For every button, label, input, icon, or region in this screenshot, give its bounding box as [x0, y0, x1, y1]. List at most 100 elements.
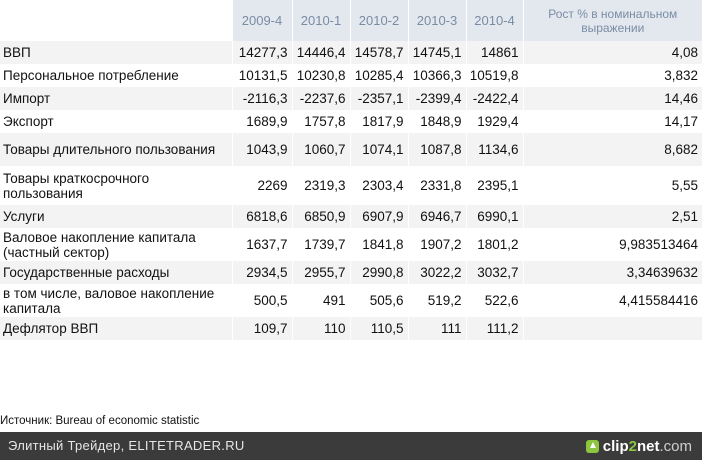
table-row: Персональное потребление 10131,5 10230,8… [0, 64, 702, 87]
cell-value: 14861 [465, 41, 523, 64]
header-label-cell [0, 0, 232, 41]
row-label: Персональное потребление [0, 64, 232, 87]
cell-growth-pct: 3,34639632 [522, 261, 702, 284]
cell-value: 10366,3 [407, 64, 466, 87]
cell-value: 14446,4 [291, 41, 350, 64]
table-row: ВВП 14277,3 14446,4 14578,7 14745,1 1486… [0, 41, 702, 64]
cell-value: 2934,5 [231, 261, 292, 284]
row-label: Государственные расходы [0, 261, 232, 284]
cell-value: 491 [291, 284, 350, 317]
cell-value: -2399,4 [407, 87, 466, 110]
brand-part-domain: .com [659, 437, 692, 455]
header-2010-3: 2010-3 [407, 0, 466, 41]
cell-value: -2357,1 [349, 87, 408, 110]
cell-value: 1087,8 [407, 133, 466, 166]
cell-value: 1817,9 [349, 110, 408, 133]
table-row: Валовое накопление капитала (частный сек… [0, 228, 702, 261]
cell-value: 1637,7 [231, 228, 292, 261]
cell-value: 6990,1 [465, 205, 523, 228]
cell-value: 2319,3 [291, 166, 350, 205]
gdp-table: 2009-4 2010-1 2010-2 2010-3 2010-4 Рост … [0, 0, 702, 340]
table-row: в том числе, валовое накопление капитала… [0, 284, 702, 317]
table-row: Товары краткосрочного пользования 2269 2… [0, 166, 702, 205]
cell-value: 519,2 [407, 284, 466, 317]
brand-part-clip: clip [602, 437, 629, 455]
row-label: ВВП [0, 41, 232, 64]
upload-arrow-icon [585, 439, 599, 453]
row-label: в том числе, валовое накопление капитала [0, 284, 232, 317]
cell-value: 2303,4 [349, 166, 408, 205]
row-label: Товары краткосрочного пользования [0, 166, 232, 205]
cell-value: 1689,9 [231, 110, 292, 133]
table-row: Импорт -2116,3 -2237,6 -2357,1 -2399,4 -… [0, 87, 702, 110]
cell-value: 10285,4 [349, 64, 408, 87]
row-label: Импорт [0, 87, 232, 110]
cell-value: -2237,6 [291, 87, 350, 110]
cell-growth-pct: 4,415584416 [522, 284, 702, 317]
cell-value: 14745,1 [407, 41, 466, 64]
cell-value: 3032,7 [465, 261, 523, 284]
cell-value: -2422,4 [465, 87, 523, 110]
cell-value: 522,6 [465, 284, 523, 317]
cell-value: 111,2 [465, 317, 523, 340]
cell-value: 109,7 [231, 317, 292, 340]
row-label: Услуги [0, 205, 232, 228]
cell-value: 110,5 [349, 317, 408, 340]
cell-value: 3022,2 [407, 261, 466, 284]
clip2net-logo[interactable]: clip 2 net .com [585, 437, 692, 455]
cell-value: 110 [291, 317, 350, 340]
cell-value: 1801,2 [465, 228, 523, 261]
cell-value: 500,5 [231, 284, 292, 317]
cell-value: 1739,7 [291, 228, 350, 261]
header-2009-4: 2009-4 [231, 0, 292, 41]
cell-value: 2990,8 [349, 261, 408, 284]
cell-value: 6907,9 [349, 205, 408, 228]
cell-value: 1074,1 [349, 133, 408, 166]
table-row: Государственные расходы 2934,5 2955,7 29… [0, 261, 702, 284]
cell-growth-pct: 5,55 [522, 166, 702, 205]
row-label: Дефлятор ВВП [0, 317, 232, 340]
cell-value: 505,6 [349, 284, 408, 317]
cell-growth-pct: 4,08 [522, 41, 702, 64]
cell-value: 1841,8 [349, 228, 408, 261]
footer-bar: Элитный Трейдер, ELITETRADER.RU clip 2 net… [0, 432, 702, 460]
cell-value: 10519,8 [465, 64, 523, 87]
row-label: Экспорт [0, 110, 232, 133]
row-label: Товары длительного пользования [0, 133, 232, 166]
cell-value: 1134,6 [465, 133, 523, 166]
brand-part-two: 2 [628, 437, 637, 455]
cell-value: -2116,3 [231, 87, 292, 110]
cell-value: 1757,8 [291, 110, 350, 133]
cell-growth-pct: 8,682 [522, 133, 702, 166]
cell-value: 1060,7 [291, 133, 350, 166]
cell-value: 6818,6 [231, 205, 292, 228]
header-growth-pct: Рост % в номинальном выражении [522, 0, 702, 41]
cell-value: 111 [407, 317, 466, 340]
header-2010-2: 2010-2 [349, 0, 408, 41]
header-2010-1: 2010-1 [291, 0, 350, 41]
cell-value: 1043,9 [231, 133, 292, 166]
cell-value: 2269 [231, 166, 292, 205]
cell-value: 1907,2 [407, 228, 466, 261]
source-note: Источник: Bureau of economic statistic [0, 415, 200, 427]
cell-value: 2955,7 [291, 261, 350, 284]
cell-value: 10131,5 [231, 64, 292, 87]
cell-growth-pct: 14,46 [522, 87, 702, 110]
header-2010-4: 2010-4 [465, 0, 523, 41]
cell-value: 14578,7 [349, 41, 408, 64]
table-row: Дефлятор ВВП 109,7 110 110,5 111 111,2 [0, 317, 702, 340]
cell-value: 10230,8 [291, 64, 350, 87]
cell-value: 1848,9 [407, 110, 466, 133]
cell-value: 6850,9 [291, 205, 350, 228]
cell-growth-pct [522, 317, 702, 340]
cell-value: 2331,8 [407, 166, 466, 205]
table-header-row: 2009-4 2010-1 2010-2 2010-3 2010-4 Рост … [0, 0, 702, 41]
footer-site-text: Элитный Трейдер, ELITETRADER.RU [8, 438, 245, 453]
cell-value: 6946,7 [407, 205, 466, 228]
cell-growth-pct: 2,51 [522, 205, 702, 228]
cell-value: 14277,3 [231, 41, 292, 64]
table-row: Товары длительного пользования 1043,9 10… [0, 133, 702, 166]
brand-part-net: net [636, 437, 660, 455]
cell-growth-pct: 14,17 [522, 110, 702, 133]
cell-growth-pct: 3,832 [522, 64, 702, 87]
